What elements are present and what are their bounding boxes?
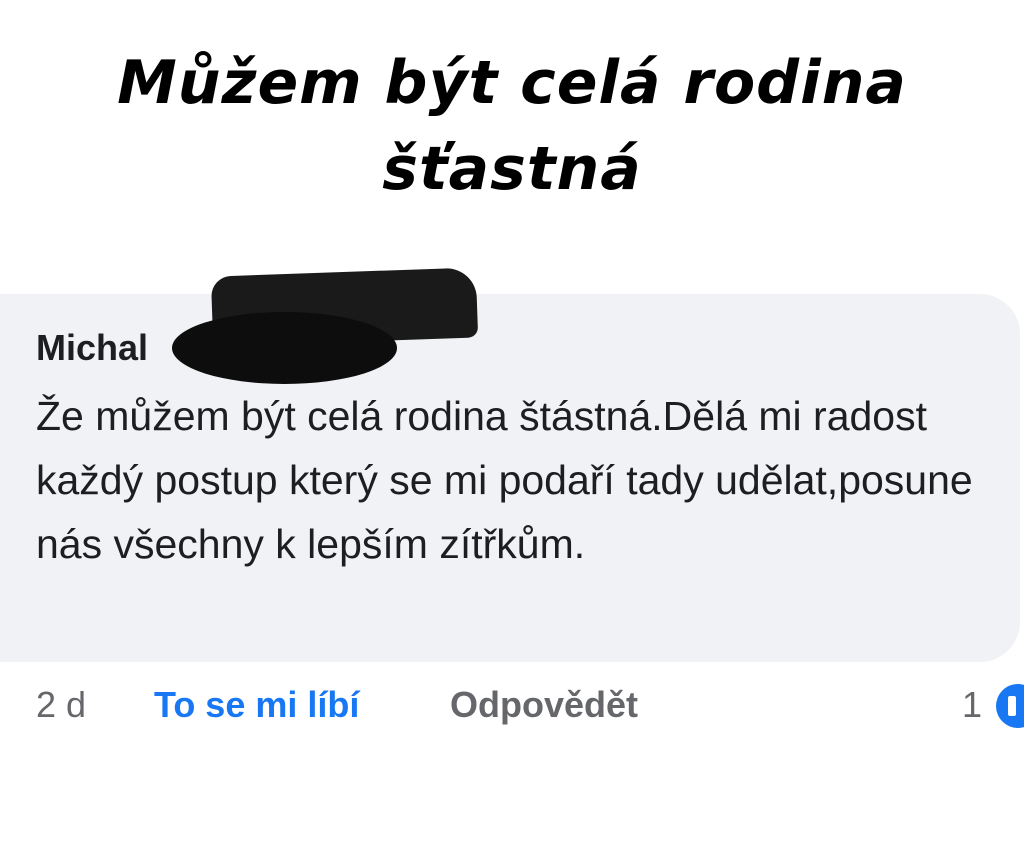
like-thumb-icon[interactable]	[996, 684, 1024, 728]
headline-line-1: Můžem být celá rodina	[117, 48, 907, 118]
headline-line-2: šťastná	[382, 134, 642, 204]
reply-button[interactable]: Odpovědět	[450, 680, 638, 730]
like-button[interactable]: To se mi líbí	[154, 680, 359, 730]
comment-timestamp[interactable]: 2 d	[36, 680, 86, 730]
thumb-shape	[1008, 696, 1016, 716]
comment-text: Že můžem být celá rodina štástná.Dělá mi…	[36, 393, 973, 567]
reaction-count[interactable]: 1	[962, 680, 982, 730]
page: Můžem být celá rodina šťastná Michal Že …	[0, 0, 1024, 858]
redaction-blob	[172, 312, 397, 384]
redaction-mark	[172, 267, 482, 388]
headline: Můžem být celá rodina šťastná	[0, 40, 1024, 212]
comment-author[interactable]: Michal	[36, 324, 148, 372]
